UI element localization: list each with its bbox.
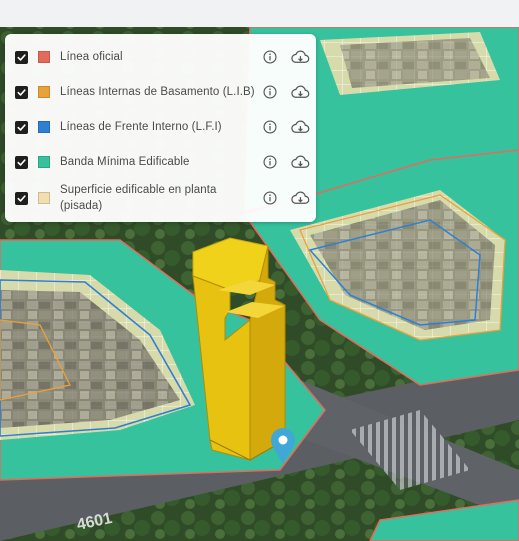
legend-row-lfi: Líneas de Frente Interno (L.F.I) [5,115,316,139]
info-icon[interactable] [263,85,277,99]
legend-swatch-lfi [38,121,50,133]
info-icon[interactable] [263,155,277,169]
info-icon[interactable] [263,120,277,134]
cloud-download-icon[interactable] [290,155,310,169]
legend-label: Superficie edificable en planta (pisada) [60,184,217,212]
info-icon[interactable] [263,50,277,64]
cloud-download-icon[interactable] [290,85,310,99]
top-toolbar [0,0,519,28]
legend-label: Banda Mínima Edificable [60,156,190,168]
legend-swatch-linea-oficial [38,51,50,63]
legend-row-lib: Líneas Internas de Basamento (L.I.B) [5,80,316,104]
info-icon[interactable] [263,191,277,205]
layers-legend-panel: Línea oficial Líneas Internas de Basamen… [5,34,316,222]
legend-row-linea-oficial: Línea oficial [5,45,316,69]
legend-checkbox[interactable] [15,85,28,99]
legend-swatch-banda [38,156,50,168]
legend-label: Líneas de Frente Interno (L.F.I) [60,121,222,133]
legend-label: Línea oficial [60,51,123,63]
legend-checkbox[interactable] [15,155,28,169]
legend-swatch-superficie [38,192,50,204]
legend-row-superficie: Superficie edificable en planta (pisada) [5,181,316,215]
legend-checkbox[interactable] [15,120,28,134]
legend-swatch-lib [38,86,50,98]
legend-row-banda: Banda Mínima Edificable [5,150,316,174]
legend-checkbox[interactable] [15,50,28,64]
cloud-download-icon[interactable] [290,120,310,134]
legend-checkbox[interactable] [15,191,28,205]
legend-label: Líneas Internas de Basamento (L.I.B) [60,86,255,98]
cloud-download-icon[interactable] [290,50,310,64]
cloud-download-icon[interactable] [290,191,310,205]
